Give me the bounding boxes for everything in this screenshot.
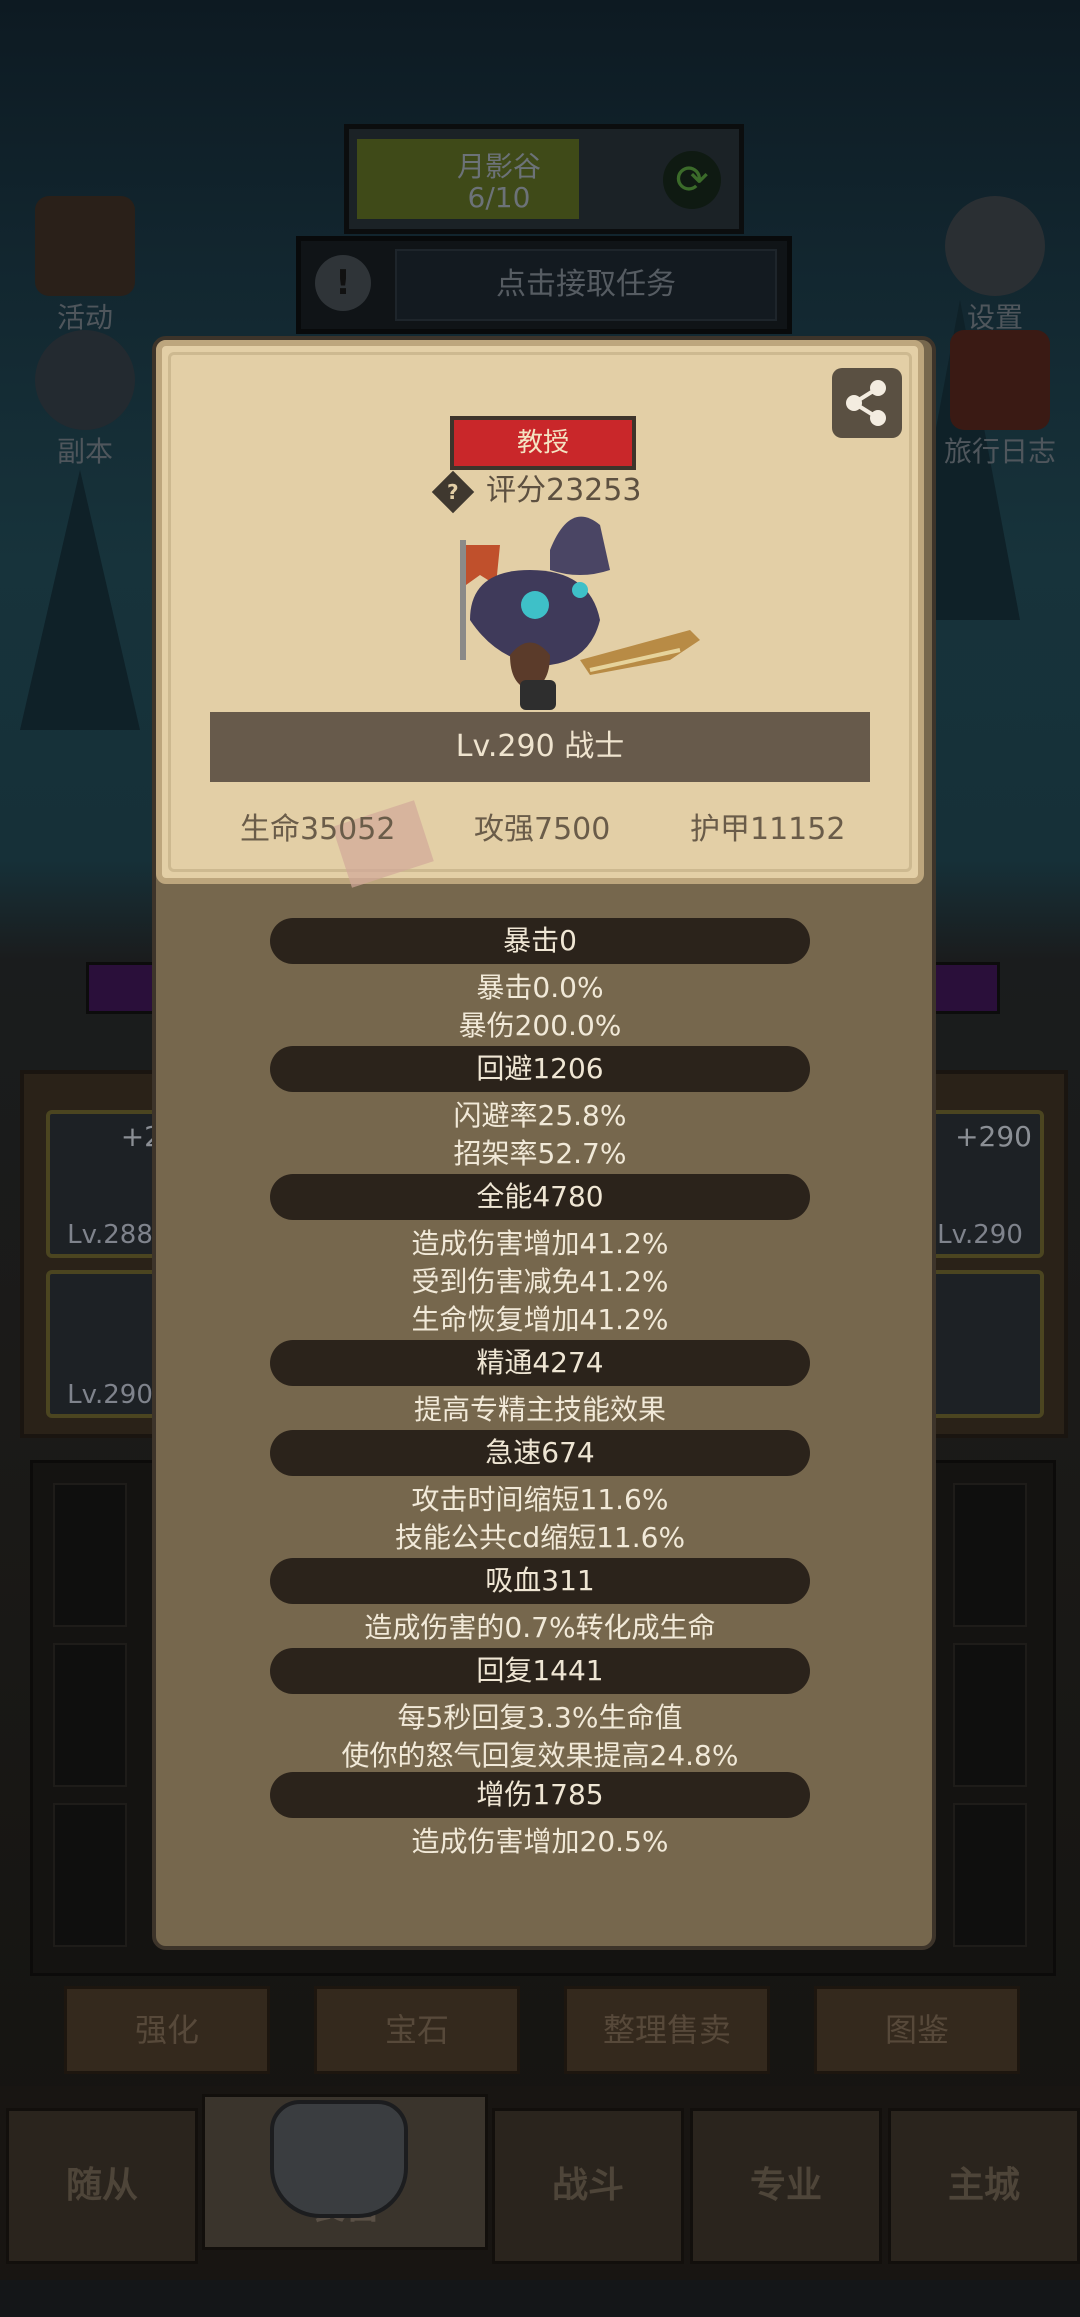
tree-decoration: [20, 470, 140, 730]
section-line: 闪避率25.8%: [453, 1099, 627, 1132]
gem-button[interactable]: 宝石: [314, 1986, 520, 2074]
hero-level-class: Lv.290 战士: [210, 712, 870, 782]
section-header-versatility: 全能4780: [270, 1174, 810, 1220]
gear-icon: [945, 196, 1045, 296]
hero-hp: 生命35052: [240, 812, 396, 847]
section-line: 使你的怒气回复效果提高24.8%: [341, 1739, 739, 1772]
task-panel[interactable]: ! 点击接取任务: [296, 236, 792, 334]
hero-title-badge: 教授: [450, 416, 636, 470]
section-line: 每5秒回复3.3%生命值: [397, 1701, 683, 1734]
tab-battle[interactable]: 战斗: [492, 2108, 684, 2264]
activity-button[interactable]: 活动: [20, 196, 150, 336]
section-header-lifesteal: 吸血311: [270, 1558, 810, 1604]
hero-sprite: [460, 516, 700, 710]
section-header-damage-bonus: 增伤1785: [270, 1772, 810, 1818]
inventory-cell[interactable]: [953, 1803, 1027, 1947]
travel-log-label: 旅行日志: [943, 435, 1056, 468]
armor-icon: [270, 2100, 408, 2218]
section-line: 造成伤害增加20.5%: [411, 1825, 669, 1858]
tab-main-city[interactable]: 主城: [888, 2108, 1080, 2264]
section-header-crit: 暴击0: [270, 918, 810, 964]
travel-log-button[interactable]: 旅行日志: [930, 330, 1070, 470]
portal-icon: [35, 330, 135, 430]
zone-progress-text: 6/10: [467, 181, 531, 214]
calendar-icon: [35, 196, 135, 296]
section-line: 造成伤害的0.7%转化成生命: [364, 1611, 716, 1644]
inventory-cell[interactable]: [53, 1483, 127, 1627]
tab-profession[interactable]: 专业: [690, 2108, 882, 2264]
codex-button[interactable]: 图鉴: [814, 1986, 1020, 2074]
hero-armor: 护甲11152: [690, 812, 846, 847]
hero-attack: 攻强7500: [474, 812, 611, 847]
sort-sell-button[interactable]: 整理售卖: [564, 1986, 770, 2074]
inventory-cell[interactable]: [53, 1643, 127, 1787]
section-line: 生命恢复增加41.2%: [411, 1303, 669, 1336]
refresh-icon[interactable]: ⟳: [663, 151, 721, 209]
tab-followers[interactable]: 随从: [6, 2108, 198, 2264]
section-header-haste: 急速674: [270, 1430, 810, 1476]
zone-progress-panel[interactable]: 月影谷 6/10 ⟳: [344, 124, 744, 234]
inventory-cell[interactable]: [953, 1643, 1027, 1787]
section-line: 提高专精主技能效果: [413, 1393, 666, 1426]
section-line: 技能公共cd缩短11.6%: [394, 1521, 686, 1554]
dungeon-label: 副本: [56, 435, 113, 468]
inventory-cell[interactable]: [953, 1483, 1027, 1627]
enhance-button[interactable]: 强化: [64, 1986, 270, 2074]
section-line: 受到伤害减免41.2%: [411, 1265, 669, 1298]
task-prompt[interactable]: 点击接取任务: [395, 249, 777, 321]
book-icon: [950, 330, 1050, 430]
exclamation-icon: !: [315, 255, 371, 311]
section-header-evasion: 回避1206: [270, 1046, 810, 1092]
zone-name: 月影谷: [456, 150, 541, 183]
section-line: 暴伤200.0%: [458, 1009, 622, 1042]
settings-button[interactable]: 设置: [930, 196, 1060, 336]
section-line: 暴击0.0%: [476, 971, 604, 1004]
dungeon-button[interactable]: 副本: [20, 330, 150, 470]
section-line: 造成伤害增加41.2%: [411, 1227, 669, 1260]
share-icon: [846, 380, 886, 426]
share-button[interactable]: [832, 368, 902, 438]
section-line: 攻击时间缩短11.6%: [411, 1483, 669, 1516]
section-line: 招架率52.7%: [453, 1137, 627, 1170]
inventory-cell[interactable]: [53, 1803, 127, 1947]
section-header-mastery: 精通4274: [270, 1340, 810, 1386]
section-header-regen: 回复1441: [270, 1648, 810, 1694]
